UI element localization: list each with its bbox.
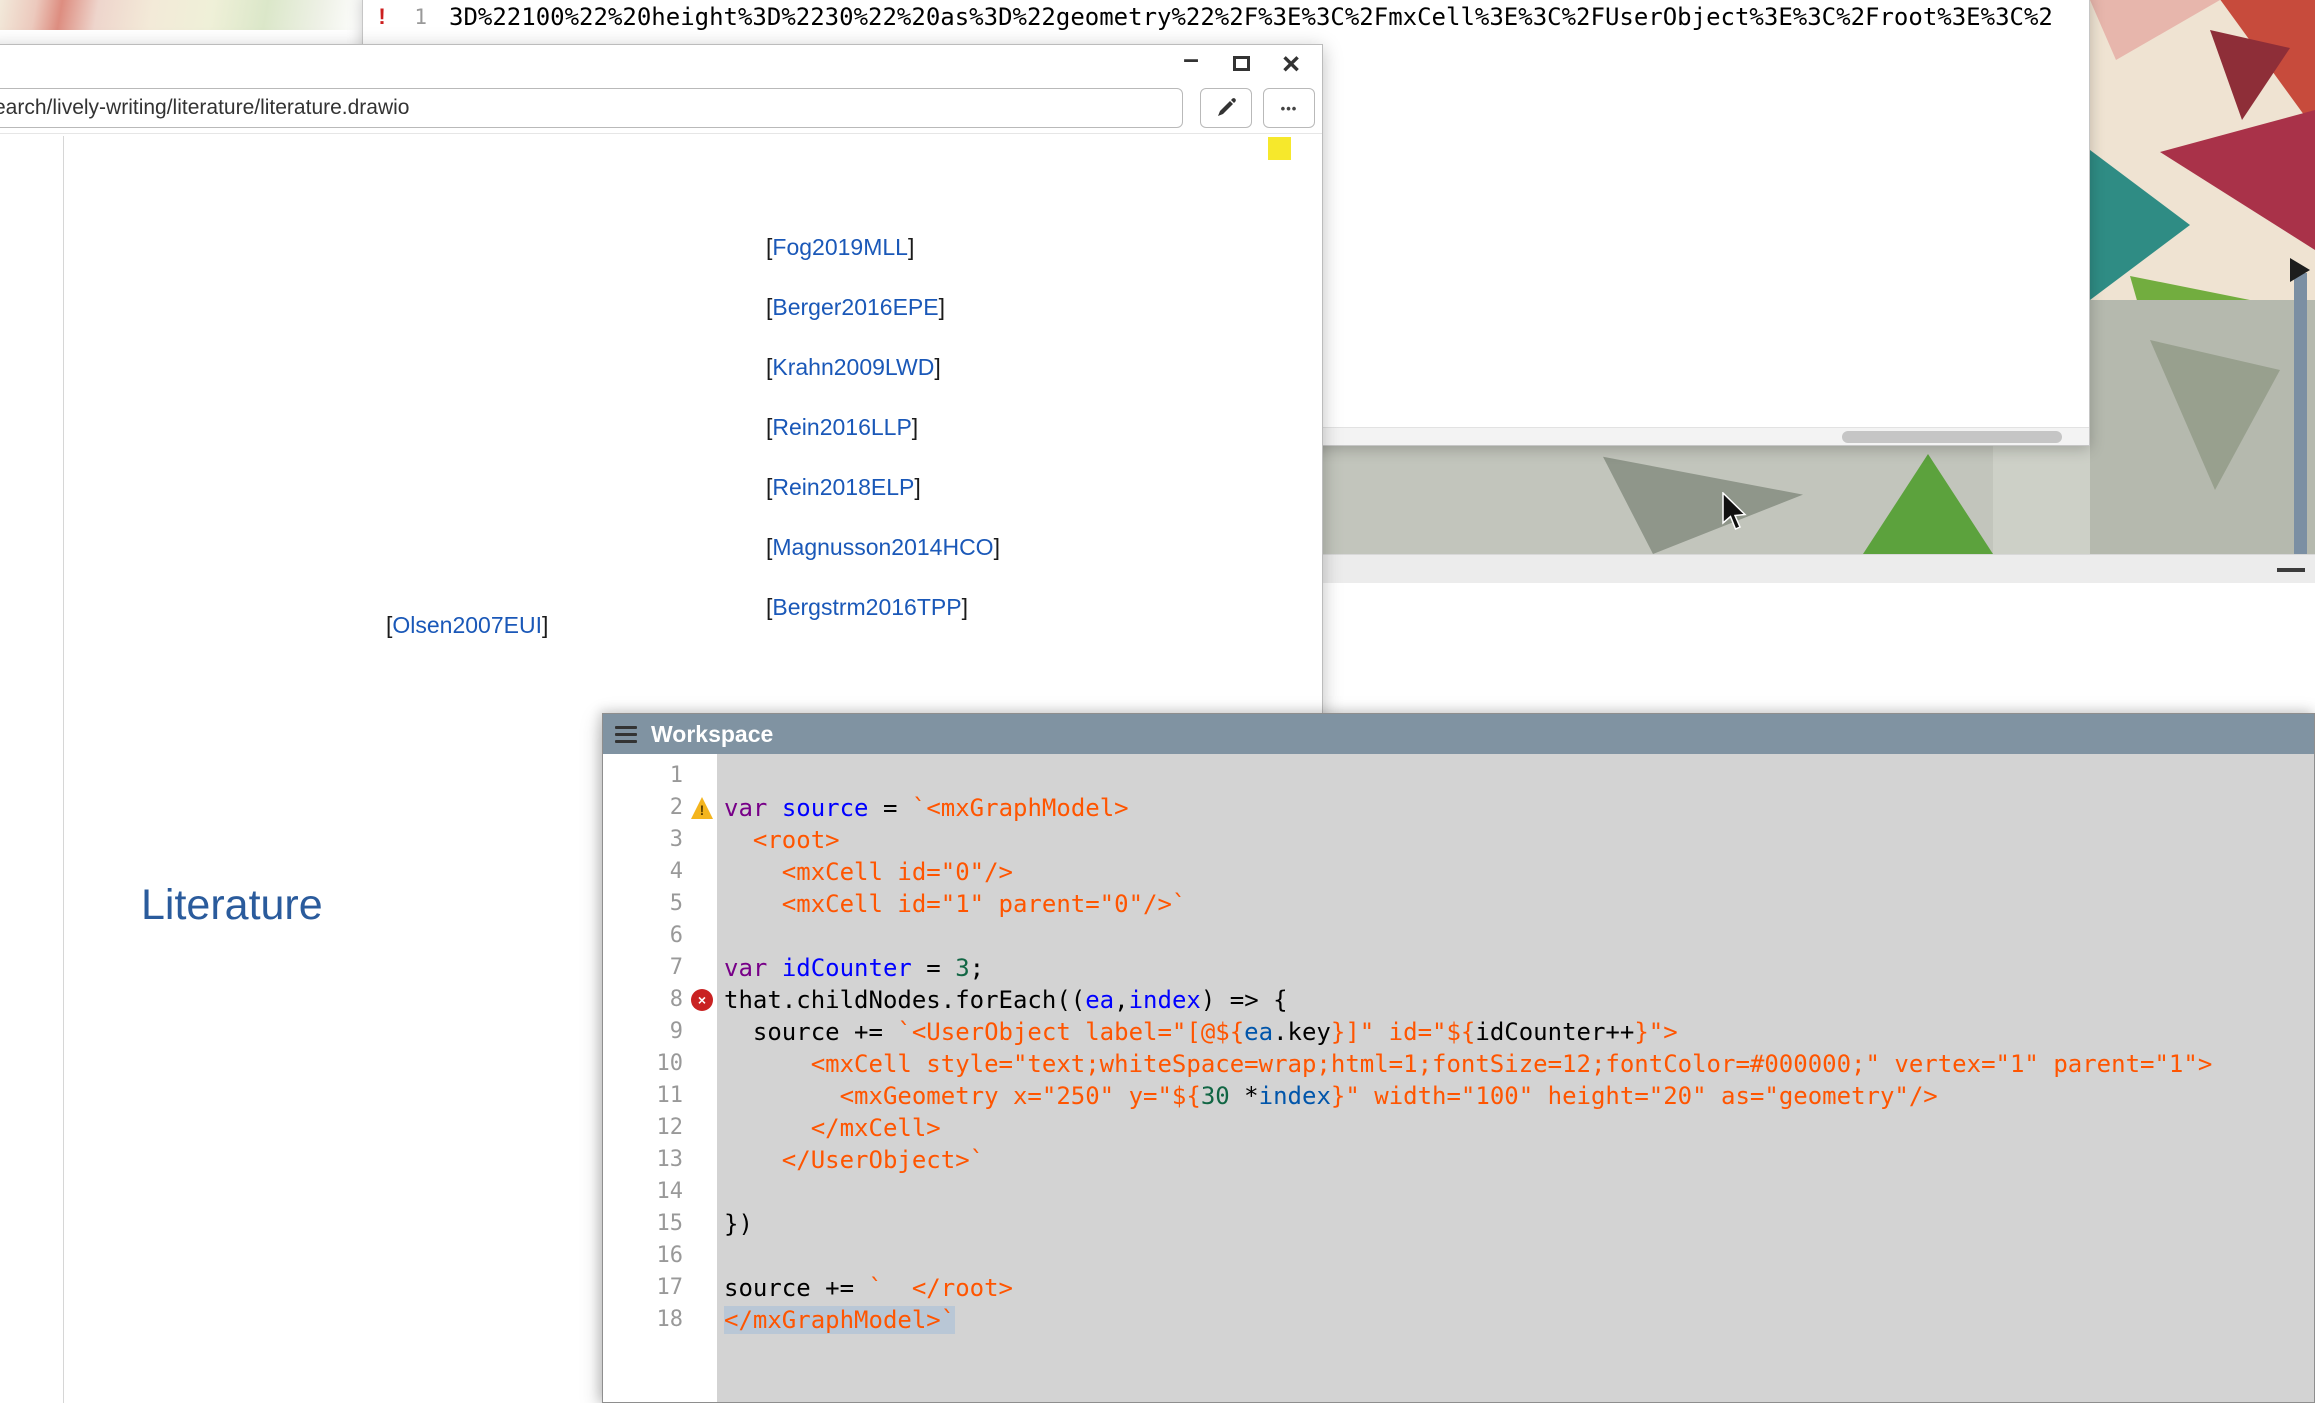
code-line[interactable]: var idCounter = 3; [724,952,2314,984]
citation-link[interactable]: [Berger2016EPE] [766,294,945,321]
menu-icon[interactable] [615,726,637,743]
gutter-line: 14 [603,1176,717,1208]
bracket: ] [962,594,968,620]
side-handle-icon [2290,258,2310,282]
citation-link[interactable]: [Fog2019MLL] [766,234,914,261]
citation-key: Fog2019MLL [772,234,908,260]
bracket: ] [994,534,1000,560]
error-marker-icon: ! [363,4,401,30]
address-input[interactable] [0,88,1183,128]
line-number: 1 [401,5,427,29]
code-line[interactable] [724,760,2314,792]
minimize-button[interactable]: – [1176,48,1206,78]
workspace-titlebar[interactable]: Workspace [603,714,2314,754]
error-icon: × [691,989,713,1011]
window-toolbar: ••• [0,82,1322,134]
code-editor[interactable]: 12!345678×9101112131415161718 var source… [603,754,2314,1402]
desktop-wallpaper-right [2090,0,2315,554]
code-line[interactable]: <mxCell id="0"/> [724,856,2314,888]
gutter-line: 17 [603,1272,717,1304]
code-line[interactable]: source += `<UserObject label="[@${ea.key… [724,1016,2314,1048]
gutter-line: 6 [603,920,717,952]
gutter-line: 3 [603,824,717,856]
citation-link[interactable]: [Rein2016LLP] [766,414,918,441]
desktop-wallpaper-gap [1323,446,2090,554]
workspace-gutter: 12!345678×9101112131415161718 [603,754,717,1402]
bracket: ] [914,474,920,500]
background-window-edge [1323,554,2315,583]
bracket: ] [908,234,914,260]
citation-key: Olsen2007EUI [392,612,542,638]
gutter-line: 9 [603,1016,717,1048]
side-scrollbar[interactable] [2294,273,2307,554]
gutter-line: 11 [603,1080,717,1112]
gutter-line: 16 [603,1240,717,1272]
code-line[interactable] [724,920,2314,952]
workspace-code[interactable]: var source = `<mxGraphModel> <root> <mxC… [717,754,2314,1402]
maximize-button[interactable] [1226,48,1256,78]
more-button[interactable]: ••• [1263,88,1315,128]
canvas-border [63,136,64,1403]
editor-line[interactable]: ! 1 3D%22100%22%20height%3D%2230%22%20as… [363,1,2089,33]
pencil-icon [1215,97,1237,119]
window-titlebar[interactable]: – × [0,45,1322,82]
code-line[interactable]: source += ` </root> [724,1272,2314,1304]
citation-key: Rein2016LLP [772,414,911,440]
citation-link[interactable]: [Olsen2007EUI] [386,612,548,639]
code-line[interactable]: }) [724,1208,2314,1240]
bracket: ] [912,414,918,440]
citation-key: Berger2016EPE [772,294,938,320]
minimize-dash-icon [2277,568,2305,572]
gutter-line: 10 [603,1048,717,1080]
citation-key: Bergstrm2016TPP [772,594,961,620]
window-controls: – × [1176,48,1306,78]
citation-link[interactable]: [Rein2018ELP] [766,474,921,501]
code-line[interactable] [724,1240,2314,1272]
gutter-line: 8× [603,984,717,1016]
citation-key: Magnusson2014HCO [772,534,993,560]
gutter-line: 2! [603,792,717,824]
bracket: ] [934,354,940,380]
gutter-line: 1 [603,760,717,792]
bracket: ] [542,612,548,638]
gutter-line: 18 [603,1304,717,1336]
code-line[interactable]: <mxGeometry x="250" y="${30 *index}" wid… [724,1080,2314,1112]
scrollbar-thumb[interactable] [1842,431,2062,443]
code-line[interactable]: </mxCell> [724,1112,2314,1144]
bracket: ] [939,294,945,320]
gutter-line: 4 [603,856,717,888]
warning-icon: ! [691,797,713,819]
gutter-line: 5 [603,888,717,920]
code-line[interactable]: <mxCell id="1" parent="0"/>` [724,888,2314,920]
encoded-code-text: 3D%22100%22%20height%3D%2230%22%20as%3D%… [449,3,2053,31]
code-line[interactable]: that.childNodes.forEach((ea,index) => { [724,984,2314,1016]
code-line[interactable]: </UserObject>` [724,1144,2314,1176]
workspace-title: Workspace [651,721,773,748]
code-line[interactable]: <mxCell style="text;whiteSpace=wrap;html… [724,1048,2314,1080]
gutter-line: 15 [603,1208,717,1240]
citation-link[interactable]: [Magnusson2014HCO] [766,534,1000,561]
code-line[interactable]: var source = `<mxGraphModel> [724,792,2314,824]
citation-key: Krahn2009LWD [772,354,934,380]
maximize-icon [1233,56,1250,71]
citation-key: Rein2018ELP [772,474,914,500]
edit-button[interactable] [1200,88,1252,128]
gutter-line: 7 [603,952,717,984]
citation-link[interactable]: [Krahn2009LWD] [766,354,941,381]
code-line[interactable]: <root> [724,824,2314,856]
desktop-wallpaper-top [0,0,362,30]
close-button[interactable]: × [1276,48,1306,78]
gutter-line: 13 [603,1144,717,1176]
workspace-window: Workspace 12!345678×9101112131415161718 … [602,713,2315,1403]
gutter-line: 12 [603,1112,717,1144]
code-line[interactable]: </mxGraphModel>` [724,1304,2314,1336]
code-line[interactable] [724,1176,2314,1208]
citation-link[interactable]: [Bergstrm2016TPP] [766,594,968,621]
diagram-heading: Literature [141,881,323,930]
yellow-marker [1268,137,1291,160]
